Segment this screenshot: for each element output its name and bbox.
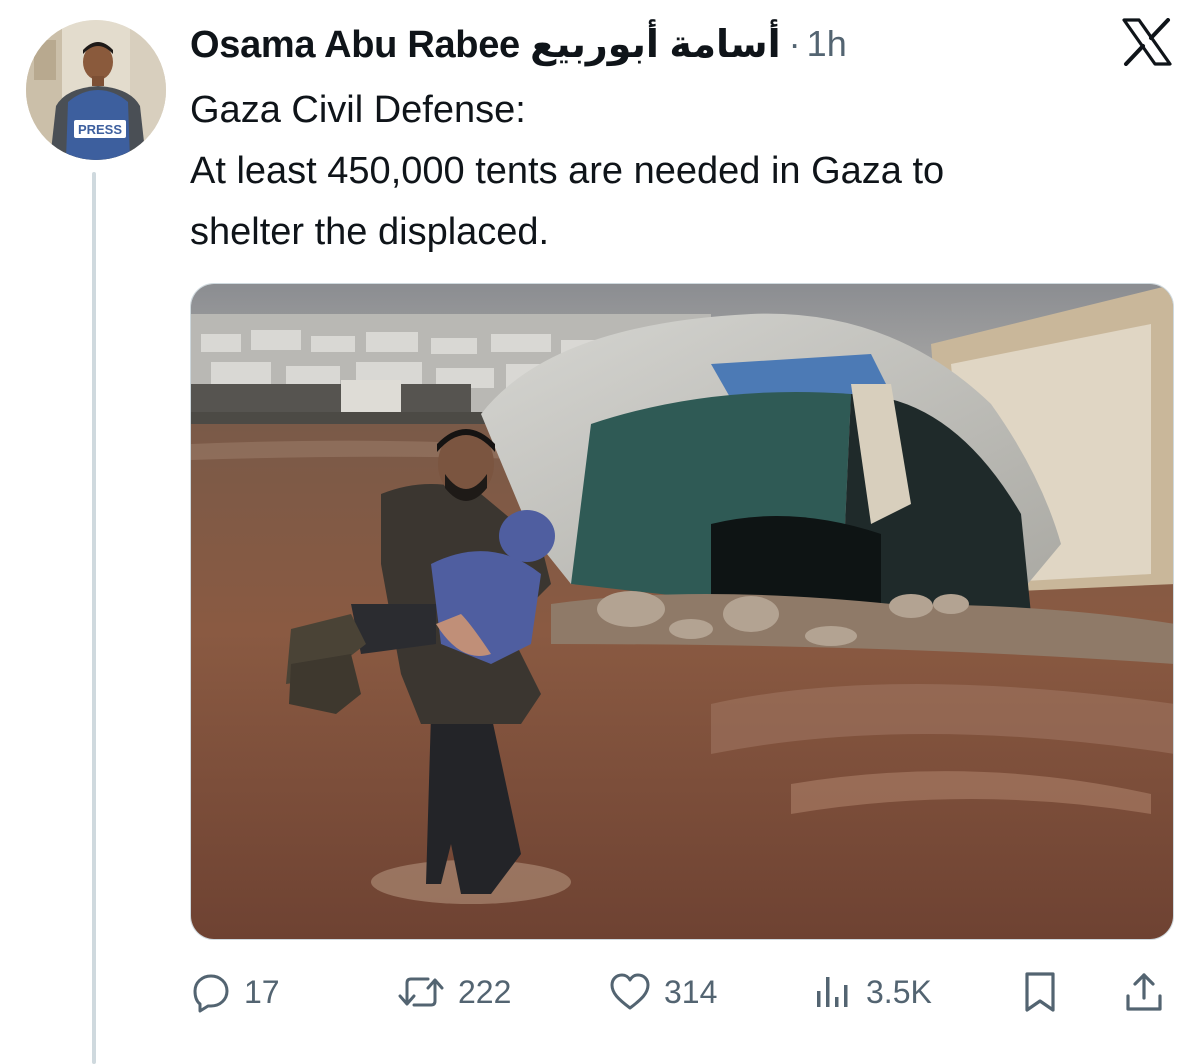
tweet: PRESS Osama Abu Rabee أسامة أبوربيع · 1h… (0, 0, 1200, 1064)
tweet-timestamp[interactable]: 1h (807, 23, 847, 65)
tweet-text: Gaza Civil Defense: At least 450,000 ten… (190, 80, 1180, 263)
share-button[interactable] (1122, 964, 1166, 1020)
thread-line (92, 172, 96, 1064)
views-count: 3.5K (866, 973, 932, 1010)
repost-button[interactable]: 222 (396, 964, 511, 1020)
like-count: 314 (664, 973, 718, 1010)
header-separator: · (788, 23, 801, 64)
avatar-badge-text: PRESS (78, 122, 122, 137)
author-display-name[interactable]: Osama Abu Rabee أسامة أبوربيع (190, 22, 781, 67)
author-name-arabic: أسامة أبوربيع (530, 23, 781, 66)
bookmark-icon (1022, 970, 1058, 1014)
tweet-text-line: At least 450,000 tents are needed in Gaz… (190, 150, 945, 192)
avatar-photo: PRESS (26, 20, 166, 160)
bookmark-button[interactable] (1022, 964, 1058, 1020)
photo-man-carrying-child-icon (191, 284, 1173, 939)
action-bar: 17 222 314 3.5K (190, 964, 1180, 1020)
repost-icon (396, 971, 446, 1013)
repost-count: 222 (458, 973, 512, 1010)
tweet-header: Osama Abu Rabee أسامة أبوربيع · 1h (190, 18, 847, 70)
reply-icon (190, 971, 232, 1013)
reply-button[interactable]: 17 (190, 964, 280, 1020)
heart-icon (608, 971, 652, 1013)
avatar[interactable]: PRESS (26, 20, 166, 160)
tweet-text-line: Gaza Civil Defense: (190, 89, 526, 131)
views-icon (814, 971, 854, 1013)
tweet-photo[interactable] (190, 283, 1174, 940)
tweet-text-line: shelter the displaced. (190, 211, 550, 253)
reply-count: 17 (244, 973, 280, 1010)
author-name-latin: Osama Abu Rabee (190, 23, 520, 66)
share-icon (1122, 970, 1166, 1014)
views-button[interactable]: 3.5K (814, 964, 932, 1020)
like-button[interactable]: 314 (608, 964, 717, 1020)
x-logo-icon[interactable] (1122, 18, 1172, 66)
